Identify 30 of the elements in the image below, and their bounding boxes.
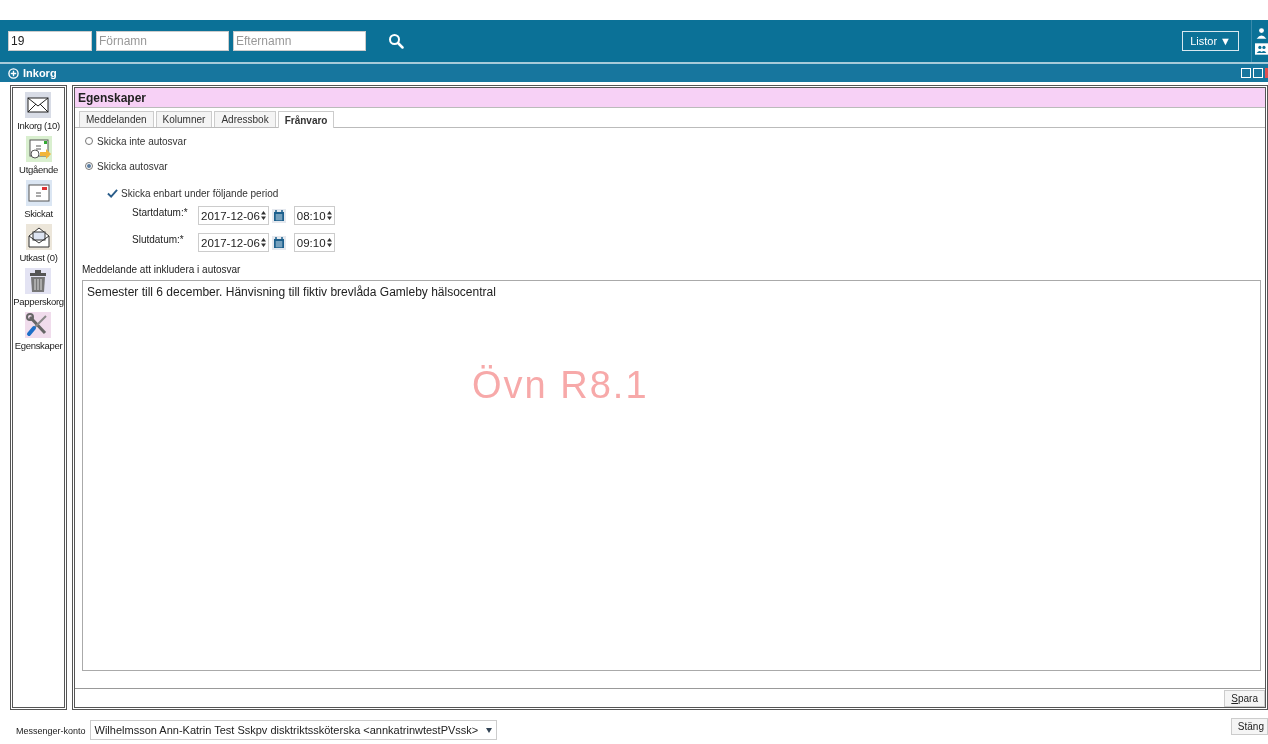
tab[interactable]: Adressbok bbox=[214, 111, 276, 127]
radio-option[interactable]: Skicka inte autosvar bbox=[85, 134, 1261, 148]
sidebar-item[interactable]: Utkast (0) bbox=[19, 224, 58, 263]
id-field[interactable]: 19 bbox=[8, 31, 92, 51]
tab[interactable]: Meddelanden bbox=[79, 111, 154, 127]
account-dropdown[interactable]: Wilhelmsson Ann-Katrin Test Sskpv disktriktssköterska <annkatrinwtestPVssk> bbox=[89, 720, 498, 740]
checkbox-option[interactable]: Skicka enbart under följande period bbox=[107, 188, 1261, 199]
field-label: Slutdatum:* bbox=[132, 234, 184, 245]
sidebar-item[interactable]: Skickat bbox=[24, 180, 53, 219]
date-field[interactable]: 2017-12-06 bbox=[198, 233, 269, 252]
module-title: Inkorg bbox=[23, 67, 57, 79]
sidebar-item[interactable]: Utgående bbox=[19, 136, 58, 175]
panel-title: Egenskaper bbox=[75, 88, 1265, 108]
lists-button[interactable]: Listor ▼ bbox=[1182, 31, 1239, 51]
first-name-field[interactable]: Förnamn bbox=[96, 31, 229, 51]
radio-option[interactable]: Skicka autosvar bbox=[85, 159, 1261, 173]
field-label: Messenger-konto bbox=[16, 726, 86, 736]
close-button[interactable]: Stäng bbox=[1230, 718, 1268, 735]
date-field[interactable]: 2017-12-06 bbox=[198, 206, 269, 225]
time-field[interactable]: 08:10 bbox=[293, 206, 335, 225]
sidebar-item[interactable]: Egenskaper bbox=[14, 312, 63, 351]
tab[interactable]: Kolumner bbox=[155, 111, 213, 127]
field-label: Meddelande att inkludera i autosvar bbox=[82, 264, 242, 275]
save-button[interactable]: Spara bbox=[1224, 690, 1265, 707]
sidebar-item[interactable]: Papperskorg bbox=[13, 268, 64, 307]
watermark-text: Övn R8.1 bbox=[472, 364, 649, 407]
last-name-field[interactable]: Efternamn bbox=[233, 31, 366, 51]
tab[interactable]: Frånvaro bbox=[277, 111, 335, 128]
time-field[interactable]: 09:10 bbox=[293, 233, 335, 252]
sidebar-item[interactable]: Inkorg (10) bbox=[17, 92, 60, 131]
